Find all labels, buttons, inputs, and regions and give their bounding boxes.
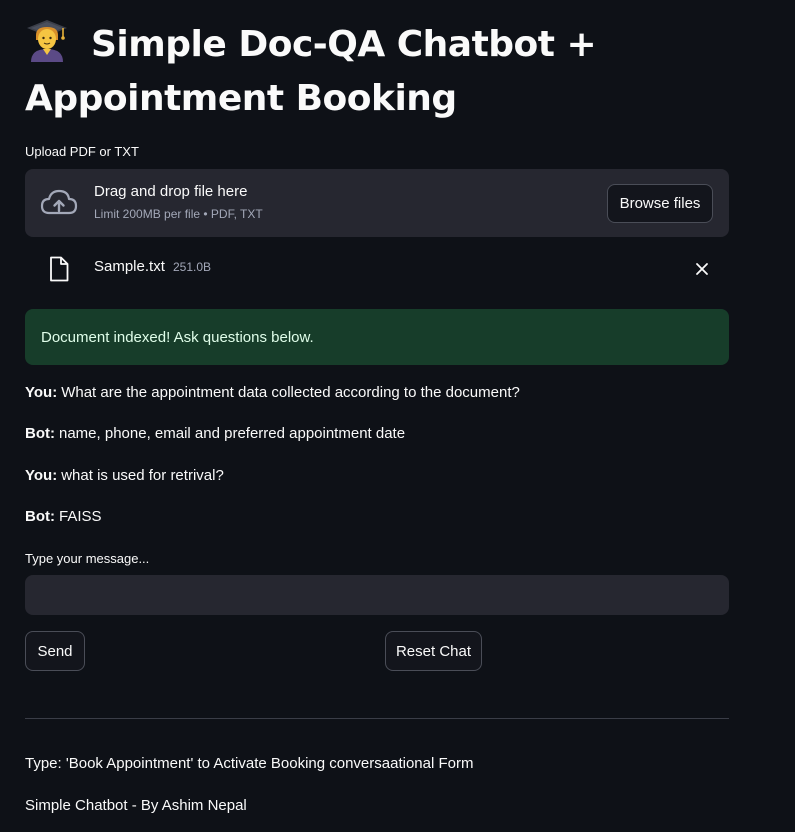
file-size: 251.0B (173, 260, 212, 274)
page-title-text: Simple Doc-QA Chatbot + Appointment Book… (25, 24, 597, 119)
footer-credit: Simple Chatbot - By Ashim Nepal (25, 797, 247, 814)
student-emoji-icon (27, 20, 67, 62)
file-dropzone[interactable]: Drag and drop file here Limit 200MB per … (25, 169, 729, 237)
chat-text: what is used for retrival? (61, 467, 224, 484)
message-input[interactable] (25, 575, 729, 615)
success-alert-text: Document indexed! Ask questions below. (41, 328, 314, 346)
chat-text: FAISS (59, 508, 102, 525)
chat-speaker: Bot: (25, 425, 55, 442)
app-page: Simple Doc-QA Chatbot + Appointment Book… (0, 0, 795, 832)
reset-chat-button[interactable]: Reset Chat (385, 631, 482, 671)
uploaded-file-row: Sample.txt 251.0B (25, 248, 729, 290)
chat-speaker: Bot: (25, 508, 55, 525)
chat-message: You: What are the appointment data collec… (25, 384, 520, 401)
chat-speaker: You: (25, 384, 58, 401)
browse-files-button[interactable]: Browse files (607, 184, 713, 223)
chat-text: What are the appointment data collected … (61, 384, 520, 401)
dropzone-instructions: Drag and drop file here (94, 183, 248, 200)
chat-speaker: You: (25, 467, 58, 484)
close-icon[interactable] (695, 262, 709, 276)
send-button[interactable]: Send (25, 631, 85, 671)
dropzone-limit: Limit 200MB per file • PDF, TXT (94, 207, 263, 221)
file-name: Sample.txt (94, 258, 165, 275)
upload-label: Upload PDF or TXT (25, 144, 139, 159)
booking-instruction: Type: 'Book Appointment' to Activate Boo… (25, 755, 474, 772)
success-alert: Document indexed! Ask questions below. (25, 309, 729, 365)
file-icon (50, 256, 69, 282)
cloud-upload-icon (40, 189, 78, 215)
chat-text: name, phone, email and preferred appoint… (59, 425, 406, 442)
message-input-label: Type your message... (25, 551, 150, 566)
chat-message: Bot: FAISS (25, 508, 102, 525)
divider (25, 718, 729, 719)
page-title: Simple Doc-QA Chatbot + Appointment Book… (25, 18, 745, 126)
chat-message: Bot: name, phone, email and preferred app… (25, 425, 405, 442)
chat-message: You: what is used for retrival? (25, 467, 224, 484)
